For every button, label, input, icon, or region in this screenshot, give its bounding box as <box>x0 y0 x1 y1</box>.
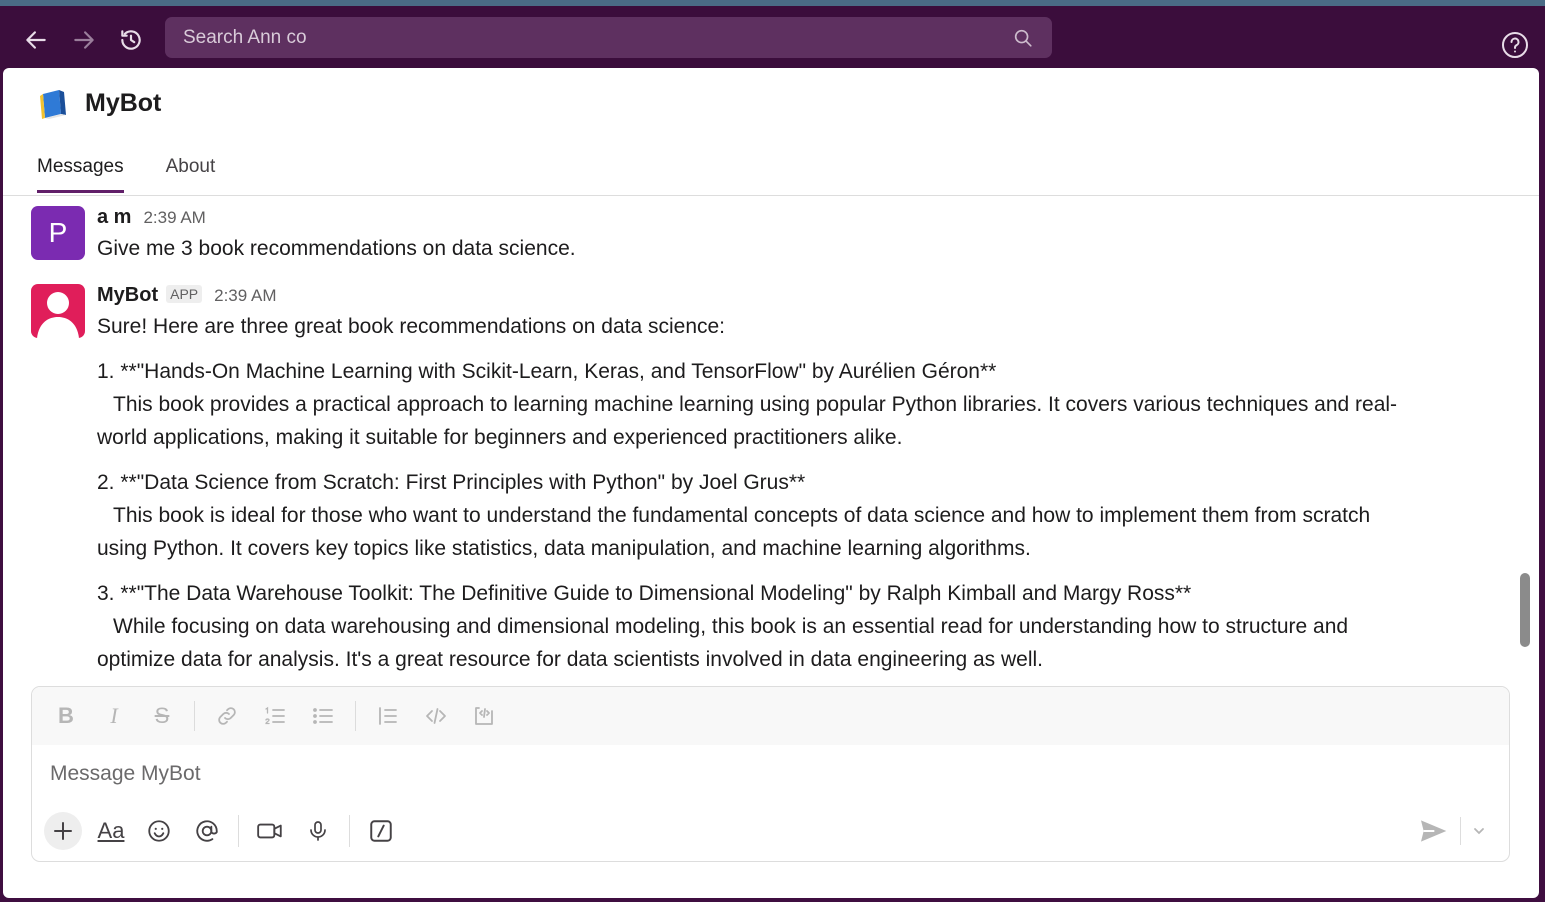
emoji-icon[interactable] <box>140 812 178 850</box>
avatar[interactable]: P <box>31 206 85 260</box>
top-bar: Search Ann co <box>0 0 1545 70</box>
add-attachment-button[interactable] <box>44 812 82 850</box>
search-icon <box>1014 29 1032 47</box>
book-title: 1. **"Hands-On Machine Learning with Sci… <box>97 360 997 383</box>
video-icon[interactable] <box>251 812 289 850</box>
back-arrow-icon[interactable] <box>22 26 50 54</box>
bold-button[interactable]: B <box>50 700 82 732</box>
book-description-cont: world applications, making it suitable f… <box>97 426 903 449</box>
message-author[interactable]: MyBot <box>97 284 158 307</box>
message-body: a m 2:39 AM Give me 3 book recommendatio… <box>97 206 1487 265</box>
message-intro: Sure! Here are three great book recommen… <box>97 315 726 338</box>
book-description-cont: optimize data for analysis. It's a great… <box>97 648 1044 671</box>
message-text: Give me 3 book recommendations on data s… <box>97 237 576 260</box>
message-list: P a m 2:39 AM Give me 3 book recommendat… <box>3 196 1539 686</box>
ordered-list-icon[interactable] <box>259 700 291 732</box>
user-silhouette-icon <box>37 292 79 338</box>
link-icon[interactable] <box>211 700 243 732</box>
message-time[interactable]: 2:39 AM <box>214 286 276 306</box>
channel-title: MyBot <box>85 88 162 117</box>
search-input[interactable]: Search Ann co <box>165 17 1052 58</box>
book-description: This book provides a practical approach … <box>113 393 1398 416</box>
blockquote-icon[interactable] <box>372 700 404 732</box>
book-title: 3. **"The Data Warehouse Toolkit: The De… <box>97 582 1192 605</box>
scrollbar[interactable] <box>1520 573 1530 647</box>
channel-panel: MyBot Messages About P a m 2:39 AM Give … <box>3 68 1539 898</box>
message-composer: B I S Message MyBot Aa <box>31 686 1510 862</box>
code-block-icon[interactable] <box>468 700 500 732</box>
forward-arrow-icon[interactable] <box>70 26 98 54</box>
composer-actions: Aa <box>32 803 1509 859</box>
book-title: 2. **"Data Science from Scratch: First P… <box>97 471 806 494</box>
app-badge: APP <box>166 285 203 303</box>
message-time[interactable]: 2:39 AM <box>143 208 205 228</box>
send-icon[interactable] <box>1417 815 1449 847</box>
bulleted-list-icon[interactable] <box>307 700 339 732</box>
message-body: MyBot APP 2:39 AM Sure! Here are three g… <box>97 284 1487 676</box>
bot-avatar[interactable] <box>31 284 85 338</box>
mention-icon[interactable] <box>188 812 226 850</box>
strikethrough-button[interactable]: S <box>146 700 178 732</box>
message-author[interactable]: a m <box>97 206 131 229</box>
book-description: While focusing on data warehousing and d… <box>113 615 1349 638</box>
message-text: Sure! Here are three great book recommen… <box>97 310 1487 676</box>
history-icon[interactable] <box>117 26 145 54</box>
code-icon[interactable] <box>420 700 452 732</box>
format-toolbar: B I S <box>32 687 1509 745</box>
message-input[interactable]: Message MyBot <box>32 745 1509 803</box>
tab-messages[interactable]: Messages <box>37 156 124 193</box>
help-icon[interactable] <box>1500 30 1530 60</box>
chevron-down-icon[interactable] <box>1467 817 1491 845</box>
microphone-icon[interactable] <box>299 812 337 850</box>
tab-bar: Messages About <box>37 156 257 193</box>
italic-button[interactable]: I <box>98 700 130 732</box>
tab-about[interactable]: About <box>166 156 216 193</box>
text-format-button[interactable]: Aa <box>92 812 130 850</box>
book-description-cont: using Python. It covers key topics like … <box>97 537 1031 560</box>
channel-header: MyBot <box>37 86 161 120</box>
book-icon <box>40 90 66 119</box>
book-description: This book is ideal for those who want to… <box>113 504 1371 527</box>
slash-command-icon[interactable] <box>362 812 400 850</box>
search-placeholder: Search Ann co <box>183 26 307 48</box>
